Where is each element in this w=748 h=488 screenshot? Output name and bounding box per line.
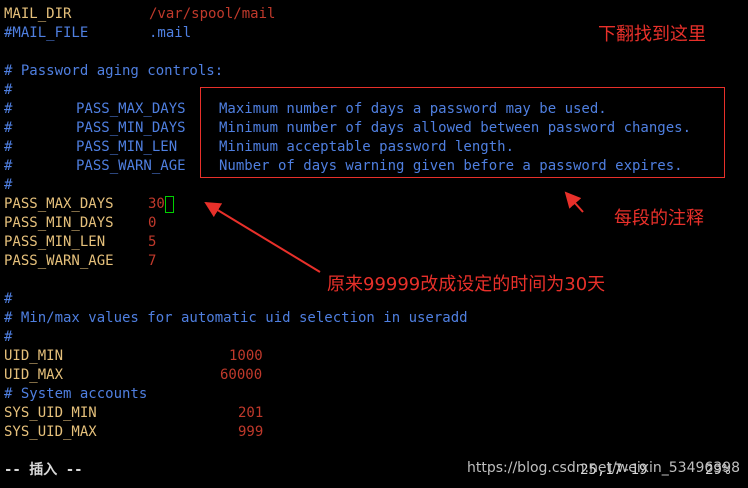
annotation-arrows xyxy=(204,191,584,273)
arrow-to-setting xyxy=(204,201,321,273)
arrow-to-comments xyxy=(564,191,584,213)
